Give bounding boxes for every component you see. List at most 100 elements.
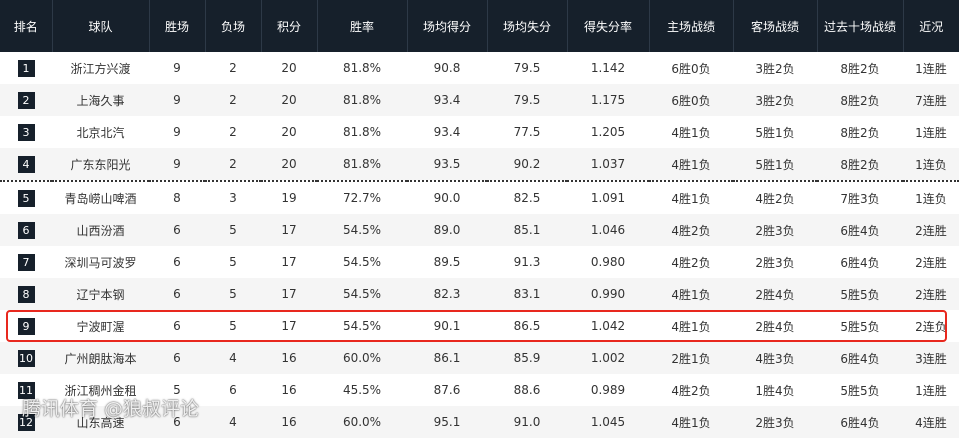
- column-header-points[interactable]: 积分: [260, 0, 317, 52]
- standings-table: 排名 球队 胜场 负场 积分 胜率 场均得分 场均失分 得失分率 主场战绩 客场…: [0, 0, 959, 438]
- cell-home-record: 4胜2负: [649, 246, 733, 278]
- cell-away-record: 4胜2负: [733, 181, 817, 214]
- standings-body: 1 浙江方兴渡 9 2 20 81.8% 90.8 79.5 1.142 6胜0负 3胜2负 8胜2负…: [0, 52, 959, 438]
- column-header-points-for[interactable]: 场均得分: [406, 0, 487, 52]
- cell-home-record: 4胜2负: [649, 374, 733, 406]
- cell-point-ratio: 1.205: [567, 116, 649, 148]
- table-row[interactable]: 3 北京北汽 9 2 20 81.8% 93.4 77.5 1.205 4胜1负 5胜1负 8胜2负 1…: [0, 116, 959, 148]
- cell-home-record: 4胜2负: [649, 214, 733, 246]
- cell-points: 20: [261, 116, 317, 148]
- cell-rank: 4: [0, 148, 52, 182]
- column-header-last-ten[interactable]: 过去十场战绩: [816, 0, 903, 52]
- column-header-team[interactable]: 球队: [51, 0, 149, 52]
- cell-team: 宁波町渥: [52, 310, 149, 342]
- cell-team: 广东东阳光: [52, 148, 149, 182]
- cell-rank: 3: [0, 116, 52, 148]
- column-header-win-rate[interactable]: 胜率: [316, 0, 407, 52]
- cell-win-rate: 54.5%: [317, 214, 407, 246]
- cell-wins: 6: [149, 278, 205, 310]
- cell-wins: 6: [149, 310, 205, 342]
- cell-last-ten: 5胜5负: [817, 374, 903, 406]
- cell-home-record: 4胜1负: [649, 310, 733, 342]
- cell-points: 17: [261, 246, 317, 278]
- cell-points: 16: [261, 406, 317, 438]
- cell-streak: 3连胜: [903, 342, 959, 374]
- column-header-point-ratio[interactable]: 得失分率: [566, 0, 649, 52]
- cell-streak: 7连胜: [903, 84, 959, 116]
- rank-badge: 2: [17, 91, 35, 109]
- cell-win-rate: 81.8%: [317, 148, 407, 182]
- cell-points-against: 85.1: [487, 214, 567, 246]
- cell-team: 广州朗肽海本: [52, 342, 149, 374]
- column-header-streak[interactable]: 近况: [902, 0, 959, 52]
- column-header-losses[interactable]: 负场: [204, 0, 261, 52]
- cell-points-against: 85.9: [487, 342, 567, 374]
- cell-losses: 5: [205, 246, 261, 278]
- cell-last-ten: 5胜5负: [817, 310, 903, 342]
- column-header-points-against[interactable]: 场均失分: [486, 0, 567, 52]
- cell-team: 深圳马可波罗: [52, 246, 149, 278]
- cell-rank: 8: [0, 278, 52, 310]
- cell-points: 17: [261, 278, 317, 310]
- table-row[interactable]: 2 上海久事 9 2 20 81.8% 93.4 79.5 1.175 6胜0负 3胜2负 8胜2负 7…: [0, 84, 959, 116]
- cell-wins: 9: [149, 52, 205, 84]
- cell-win-rate: 54.5%: [317, 246, 407, 278]
- cell-points: 20: [261, 148, 317, 182]
- cell-point-ratio: 1.046: [567, 214, 649, 246]
- cell-losses: 6: [205, 374, 261, 406]
- cell-last-ten: 8胜2负: [817, 148, 903, 182]
- rank-badge: 3: [17, 123, 35, 141]
- cell-last-ten: 8胜2负: [817, 116, 903, 148]
- cell-team: 北京北汽: [52, 116, 149, 148]
- cell-points-for: 93.4: [407, 84, 487, 116]
- cell-point-ratio: 1.042: [567, 310, 649, 342]
- cell-points-for: 90.0: [407, 181, 487, 214]
- cell-away-record: 5胜1负: [733, 116, 817, 148]
- column-header-wins[interactable]: 胜场: [148, 0, 205, 52]
- table-row[interactable]: 4 广东东阳光 9 2 20 81.8% 93.5 90.2 1.037 4胜1负 5胜1负 8胜2负…: [0, 148, 959, 182]
- cell-team: 浙江方兴渡: [52, 52, 149, 84]
- column-header-away-record[interactable]: 客场战绩: [732, 0, 817, 52]
- cell-points: 17: [261, 214, 317, 246]
- cell-losses: 2: [205, 116, 261, 148]
- cell-streak: 2连胜: [903, 278, 959, 310]
- cell-win-rate: 60.0%: [317, 406, 407, 438]
- cell-home-record: 4胜1负: [649, 278, 733, 310]
- cell-wins: 9: [149, 84, 205, 116]
- table-row[interactable]: 1 浙江方兴渡 9 2 20 81.8% 90.8 79.5 1.142 6胜0负 3胜2负 8胜2负…: [0, 52, 959, 84]
- table-row[interactable]: 9 宁波町渥 6 5 17 54.5% 90.1 86.5 1.042 4胜1负 2胜4负 5胜5负 2…: [0, 310, 959, 342]
- cell-point-ratio: 1.037: [567, 148, 649, 182]
- table-row[interactable]: 10 广州朗肽海本 6 4 16 60.0% 86.1 85.9 1.002 2胜1负 4胜3负 6胜…: [0, 342, 959, 374]
- column-header-home-record[interactable]: 主场战绩: [648, 0, 733, 52]
- cell-points-for: 93.4: [407, 116, 487, 148]
- cell-losses: 4: [205, 342, 261, 374]
- cell-points-for: 89.0: [407, 214, 487, 246]
- cell-streak: 1连胜: [903, 52, 959, 84]
- table-row[interactable]: 6 山西汾酒 6 5 17 54.5% 89.0 85.1 1.046 4胜2负 2胜3负 6胜4负 2…: [0, 214, 959, 246]
- cell-win-rate: 54.5%: [317, 310, 407, 342]
- cell-rank: 6: [0, 214, 52, 246]
- column-header-rank[interactable]: 排名: [0, 0, 52, 52]
- table-row[interactable]: 7 深圳马可波罗 6 5 17 54.5% 89.5 91.3 0.980 4胜2负 2胜3负 6胜4…: [0, 246, 959, 278]
- cell-points-against: 86.5: [487, 310, 567, 342]
- cell-points-against: 90.2: [487, 148, 567, 182]
- cell-rank: 1: [0, 52, 52, 84]
- cell-home-record: 6胜0负: [649, 52, 733, 84]
- cell-points-against: 82.5: [487, 181, 567, 214]
- table-row[interactable]: 8 辽宁本钢 6 5 17 54.5% 82.3 83.1 0.990 4胜1负 2胜4负 5胜5负 2…: [0, 278, 959, 310]
- cell-team: 上海久事: [52, 84, 149, 116]
- cell-points-against: 88.6: [487, 374, 567, 406]
- cell-win-rate: 81.8%: [317, 52, 407, 84]
- table-row[interactable]: 5 青岛崂山啤酒 8 3 19 72.7% 90.0 82.5 1.091 4胜1负 4胜2负 7胜3…: [0, 181, 959, 214]
- cell-points-for: 87.6: [407, 374, 487, 406]
- rank-badge: 4: [17, 155, 35, 173]
- cell-away-record: 2胜3负: [733, 246, 817, 278]
- cell-point-ratio: 1.142: [567, 52, 649, 84]
- cell-away-record: 2胜4负: [733, 278, 817, 310]
- cell-points-against: 83.1: [487, 278, 567, 310]
- cell-last-ten: 7胜3负: [817, 181, 903, 214]
- watermark: 腾讯体育 @狼叔评论: [22, 398, 200, 420]
- cell-wins: 6: [149, 214, 205, 246]
- cell-points: 19: [261, 181, 317, 214]
- rank-badge: 9: [17, 317, 35, 335]
